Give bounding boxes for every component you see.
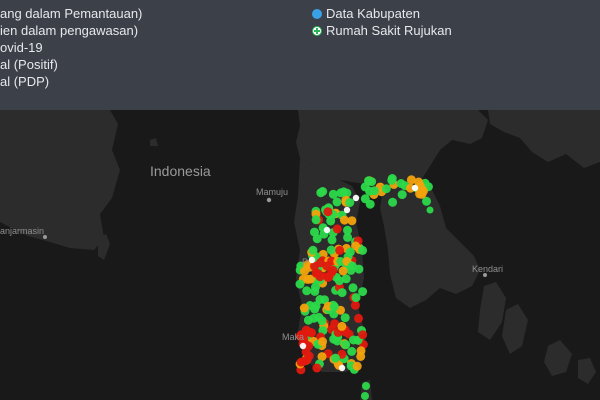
marker-case[interactable] bbox=[329, 302, 339, 312]
label-kendari: Kendari bbox=[472, 264, 503, 274]
bottom-right-island-2 bbox=[578, 358, 596, 384]
bottom-right-island bbox=[544, 340, 572, 376]
eastern-landmass bbox=[488, 110, 600, 168]
land-masses bbox=[0, 110, 600, 400]
marker-case[interactable] bbox=[347, 261, 357, 271]
legend-item-data-kabupaten: Data Kabupaten bbox=[326, 6, 420, 21]
marker-case[interactable] bbox=[335, 245, 345, 255]
label-mamuju: Mamuju bbox=[256, 187, 288, 197]
marker-case[interactable] bbox=[341, 274, 351, 284]
hospital-marker[interactable] bbox=[308, 256, 316, 264]
marker-case[interactable] bbox=[417, 185, 427, 195]
marker-case[interactable] bbox=[361, 392, 369, 400]
marker-case[interactable] bbox=[315, 258, 325, 268]
label-indonesia: Indonesia bbox=[150, 163, 211, 179]
marker-case[interactable] bbox=[365, 186, 375, 196]
legend-item-positive: al (Positif) bbox=[0, 57, 58, 72]
marker-case[interactable] bbox=[367, 177, 377, 187]
marker-case[interactable] bbox=[310, 227, 319, 237]
marker-case[interactable] bbox=[314, 312, 324, 322]
hospital-marker[interactable] bbox=[299, 342, 307, 350]
marker-case[interactable] bbox=[337, 321, 347, 331]
label-banjarmasin: anjarmasin bbox=[0, 226, 44, 236]
marker-case[interactable] bbox=[381, 184, 391, 194]
marker-case[interactable] bbox=[338, 266, 348, 276]
marker-case[interactable] bbox=[311, 301, 321, 311]
marker-case[interactable] bbox=[316, 188, 326, 198]
west-islet bbox=[150, 138, 158, 146]
marker-case[interactable] bbox=[365, 199, 375, 209]
marker-case[interactable] bbox=[426, 206, 434, 214]
marker-case[interactable] bbox=[350, 300, 360, 310]
marker-case[interactable] bbox=[304, 351, 314, 361]
marker-case[interactable] bbox=[345, 198, 355, 208]
marker-case[interactable] bbox=[345, 247, 355, 257]
marker-case[interactable] bbox=[388, 197, 398, 207]
marker-case[interactable] bbox=[302, 286, 312, 296]
marker-case[interactable] bbox=[397, 190, 407, 200]
marker-case[interactable] bbox=[323, 207, 333, 217]
hospital-marker[interactable] bbox=[323, 226, 331, 234]
marker-case[interactable] bbox=[351, 293, 361, 303]
marker-case[interactable] bbox=[406, 175, 416, 185]
marker-case[interactable] bbox=[332, 197, 342, 207]
hospital-marker[interactable] bbox=[411, 184, 419, 192]
hospital-marker[interactable] bbox=[338, 364, 346, 372]
marker-case[interactable] bbox=[339, 187, 349, 197]
marker-case[interactable] bbox=[358, 245, 368, 255]
map-canvas[interactable]: Indonesia Mamuju anjarmasin Kendari Maka… bbox=[0, 110, 600, 400]
hospital-marker[interactable] bbox=[352, 194, 360, 202]
hospital-cross-icon bbox=[312, 26, 322, 36]
legend-item-covid: ovid-19 bbox=[0, 40, 43, 55]
marker-case[interactable] bbox=[396, 179, 406, 188]
map-legend: ang dalam Pemantauan) ien dalam pengawas… bbox=[0, 0, 600, 110]
marker-case[interactable] bbox=[326, 245, 336, 255]
muna-island bbox=[502, 304, 528, 354]
marker-case[interactable] bbox=[331, 353, 340, 363]
marker-case[interactable] bbox=[328, 265, 338, 275]
label-palu: P bbox=[302, 257, 308, 267]
marker-case[interactable] bbox=[387, 175, 397, 185]
marker-case[interactable] bbox=[352, 361, 362, 371]
legend-item-total-pdp: al (PDP) bbox=[0, 74, 50, 89]
marker-case[interactable] bbox=[327, 235, 337, 245]
marker-case[interactable] bbox=[354, 313, 363, 323]
marker-case[interactable] bbox=[343, 232, 353, 242]
marker-case[interactable] bbox=[356, 346, 366, 356]
blue-circle-icon bbox=[312, 9, 322, 19]
marker-case[interactable] bbox=[311, 215, 321, 225]
marker-case[interactable] bbox=[312, 363, 322, 373]
marker-case[interactable] bbox=[295, 279, 305, 289]
marker-case[interactable] bbox=[348, 283, 358, 293]
marker-case[interactable] bbox=[347, 216, 357, 226]
marker-case[interactable] bbox=[337, 288, 347, 298]
marker-case[interactable] bbox=[326, 216, 336, 226]
marker-case[interactable] bbox=[299, 303, 309, 313]
marker-case[interactable] bbox=[341, 340, 351, 350]
label-makassar: Maka bbox=[282, 332, 304, 342]
marker-case[interactable] bbox=[308, 245, 318, 255]
marker-case[interactable] bbox=[362, 382, 370, 390]
hospital-marker[interactable] bbox=[343, 206, 351, 214]
marker-case[interactable] bbox=[332, 224, 342, 234]
legend-item-pdp: ien dalam pengawasan) bbox=[0, 23, 139, 38]
legend-item-odp: ang dalam Pemantauan) bbox=[0, 6, 143, 21]
small-island bbox=[98, 234, 110, 260]
buton-island bbox=[478, 282, 506, 340]
legend-item-rumah-sakit: Rumah Sakit Rujukan bbox=[326, 23, 452, 38]
marker-case[interactable] bbox=[340, 313, 350, 323]
marker-case[interactable] bbox=[358, 330, 368, 340]
marker-mamuju-dot bbox=[266, 197, 272, 203]
marker-case[interactable] bbox=[318, 337, 327, 347]
marker-case[interactable] bbox=[347, 346, 357, 356]
